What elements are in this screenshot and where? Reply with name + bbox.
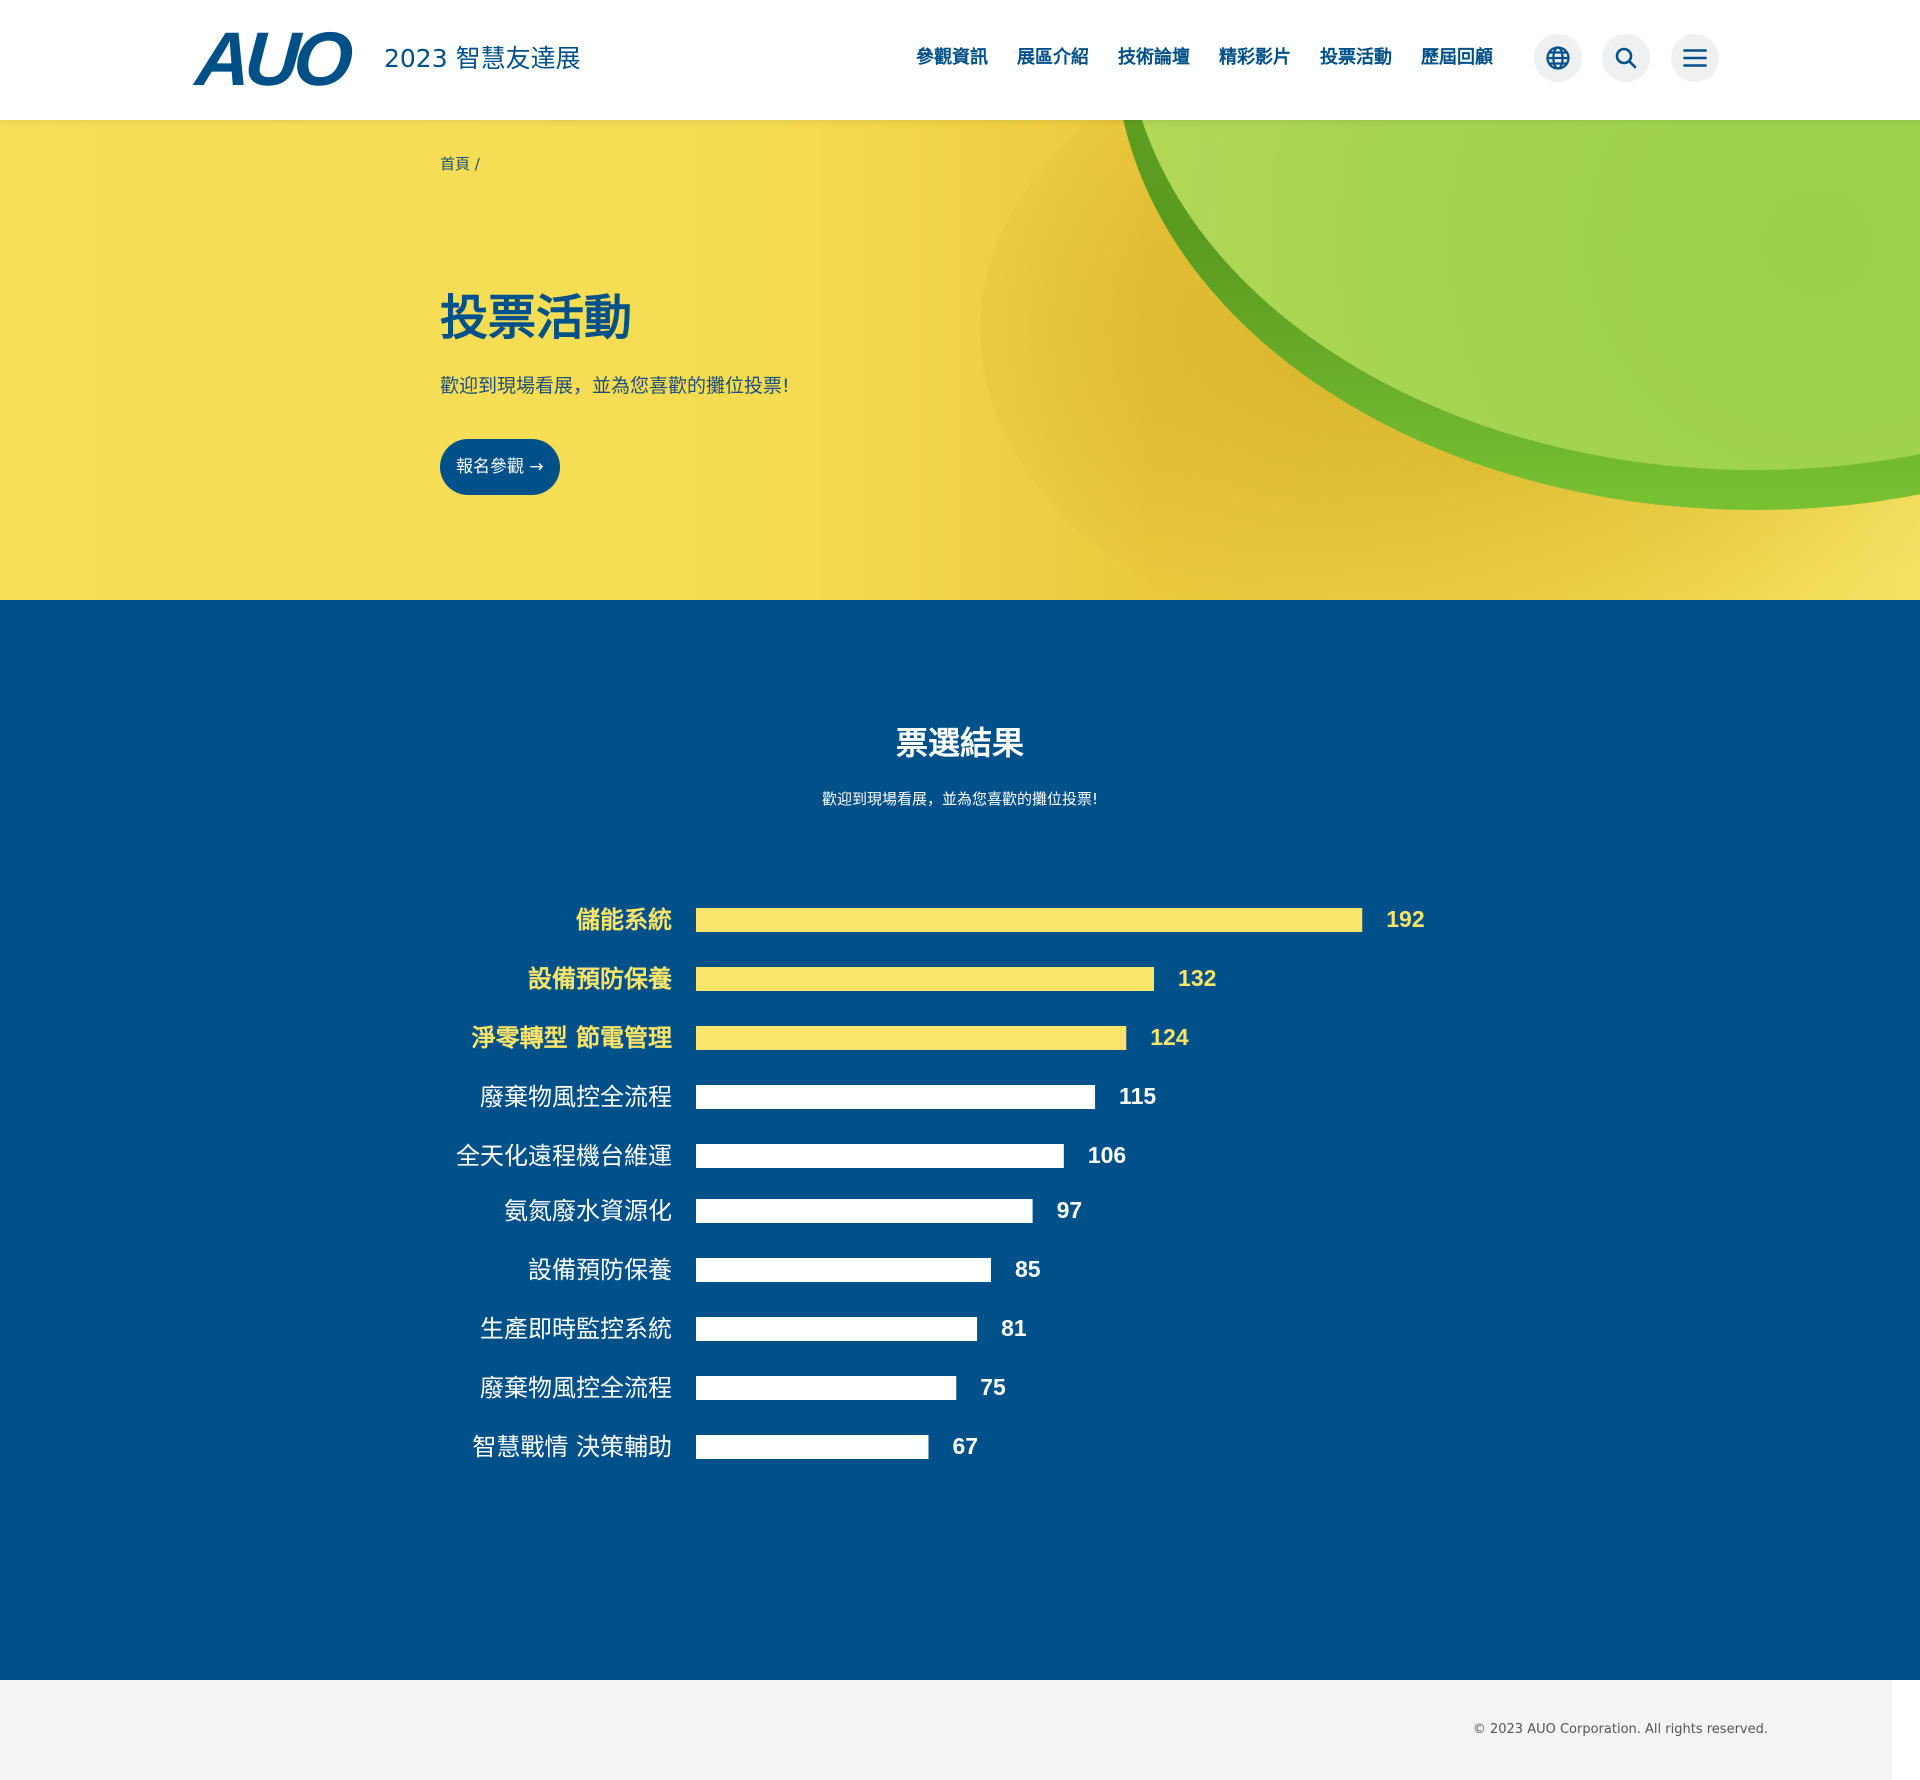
auo-logo[interactable]: AUO xyxy=(193,17,350,102)
site-footer: © 2023 AUO Corporation. All rights reser… xyxy=(0,1680,1892,1780)
bar-label: 淨零轉型 節電管理 xyxy=(472,1024,672,1052)
bar xyxy=(696,1026,1127,1050)
hero-banner: 首頁 / 投票活動 歡迎到現場看展，並為您喜歡的攤位投票! 報名參觀 → xyxy=(0,120,1920,600)
page-title: 投票活動 xyxy=(440,290,633,346)
menu-icon xyxy=(1683,49,1707,67)
page-subtitle: 歡迎到現場看展，並為您喜歡的攤位投票! xyxy=(440,375,790,397)
main-nav: 參觀資訊 展區介紹 技術論壇 精彩影片 投票活動 歷屆回顧 xyxy=(916,44,1493,74)
bar-label: 設備預防保養 xyxy=(528,965,672,993)
breadcrumb[interactable]: 首頁 / xyxy=(440,154,480,174)
bar-value-label: 106 xyxy=(1088,1142,1126,1168)
bar-value-label: 115 xyxy=(1119,1083,1156,1109)
language-button[interactable] xyxy=(1534,34,1582,82)
bar-value-label: 132 xyxy=(1178,965,1216,991)
bar-label: 全天化遠程機台維運 xyxy=(456,1142,672,1170)
bar-value-label: 67 xyxy=(952,1433,978,1459)
nav-item-history[interactable]: 歷屆回顧 xyxy=(1421,44,1493,74)
search-button[interactable] xyxy=(1602,34,1650,82)
bar-label: 廢棄物風控全流程 xyxy=(480,1374,672,1402)
nav-item-tech-forum[interactable]: 技術論壇 xyxy=(1118,44,1190,74)
bar-value-label: 124 xyxy=(1150,1024,1189,1050)
bar xyxy=(696,967,1155,991)
bar-value-label: 192 xyxy=(1386,906,1424,932)
bar xyxy=(696,1085,1096,1109)
bar xyxy=(696,1376,957,1400)
bar-value-label: 75 xyxy=(980,1374,1006,1400)
bar xyxy=(696,1258,991,1282)
bar-value-label: 81 xyxy=(1001,1315,1027,1341)
bar xyxy=(696,1435,929,1459)
bar xyxy=(696,1144,1064,1168)
bar-value-label: 97 xyxy=(1057,1197,1083,1223)
bar-label: 智慧戰情 決策輔助 xyxy=(472,1433,672,1461)
site-header: AUO 2023 智慧友達展 參觀資訊 展區介紹 技術論壇 精彩影片 投票活動 … xyxy=(0,0,1920,120)
globe-icon xyxy=(1546,46,1570,70)
bar-value-label: 85 xyxy=(1015,1256,1041,1282)
site-title[interactable]: 2023 智慧友達展 xyxy=(384,42,581,76)
bar-label: 氨氮廢水資源化 xyxy=(504,1197,672,1225)
copyright-text: © 2023 AUO Corporation. All rights reser… xyxy=(1472,1722,1768,1737)
bar xyxy=(696,1317,978,1341)
nav-item-visit-info[interactable]: 參觀資訊 xyxy=(916,44,988,74)
menu-button[interactable] xyxy=(1671,34,1719,82)
bar-label: 生產即時監控系統 xyxy=(480,1315,672,1343)
nav-item-voting[interactable]: 投票活動 xyxy=(1320,44,1392,74)
bar-label: 廢棄物風控全流程 xyxy=(480,1083,672,1111)
register-button[interactable]: 報名參觀 → xyxy=(440,439,560,495)
search-icon xyxy=(1615,47,1637,69)
bar xyxy=(696,908,1363,932)
bar xyxy=(696,1199,1033,1223)
nav-item-videos[interactable]: 精彩影片 xyxy=(1219,44,1291,74)
vote-results-chart: 儲能系統 192 設備預防保養 132 淨零轉型 節電管理 124 廢棄物風控全流程 115 全… xyxy=(456,906,1425,1461)
bar-label: 設備預防保養 xyxy=(528,1256,672,1284)
nav-item-exhibition-areas[interactable]: 展區介紹 xyxy=(1017,44,1089,74)
bar-label: 儲能系統 xyxy=(576,906,672,934)
vote-results-section: 票選結果 歡迎到現場看展，並為您喜歡的攤位投票! 儲能系統 192 設備預防保養 13… xyxy=(0,600,1920,1680)
